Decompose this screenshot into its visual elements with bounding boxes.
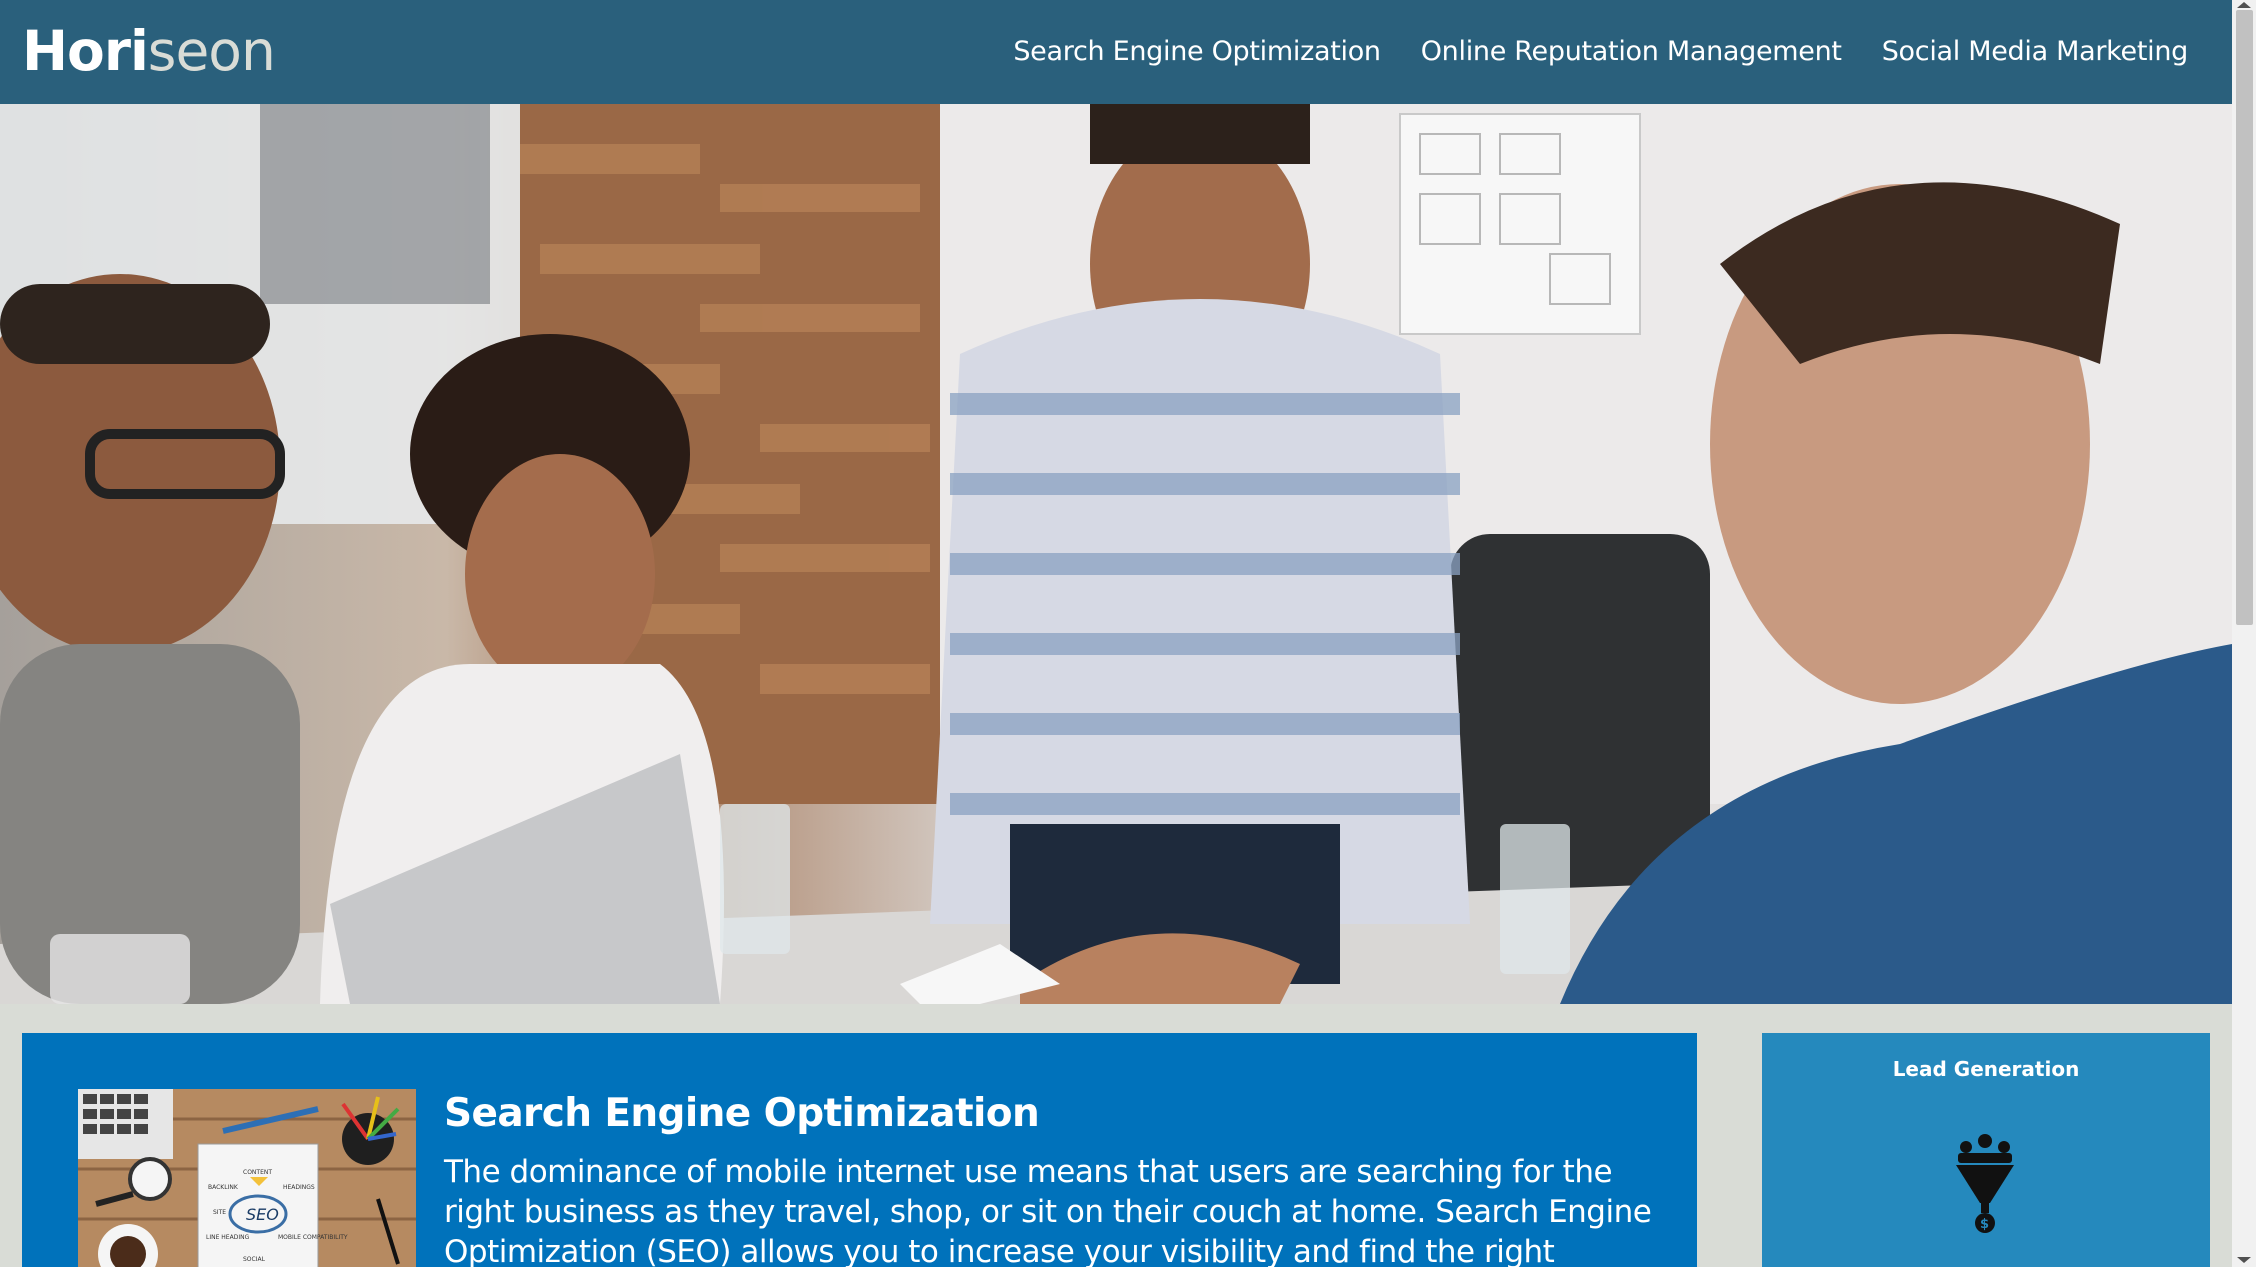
- hero-image: [0, 104, 2232, 1004]
- page-scrollbar[interactable]: [2232, 0, 2256, 1267]
- funnel-icon: $: [1956, 1134, 2014, 1233]
- logo-accent-text: seon: [147, 19, 276, 83]
- page: Horiseon Search Engine Optimization Onli…: [0, 0, 2232, 1267]
- benefit-lead-generation: Lead Generation $: [1762, 1033, 2210, 1267]
- seo-image: SEO CONTENT BACKLINK HEADINGS SITE LINE …: [78, 1089, 416, 1267]
- nav-link-reputation[interactable]: Online Reputation Management: [1421, 32, 1842, 72]
- seo-illustration: SEO CONTENT BACKLINK HEADINGS SITE LINE …: [78, 1089, 416, 1267]
- scroll-down-icon[interactable]: [2237, 1257, 2251, 1263]
- site-header: Horiseon Search Engine Optimization Onli…: [0, 0, 2232, 104]
- seo-image-top-label: CONTENT: [243, 1169, 272, 1176]
- hero-photo-illustration: [0, 104, 2232, 1004]
- seo-image-left-mid-label: SITE: [213, 1209, 226, 1216]
- nav-link-social-media[interactable]: Social Media Marketing: [1882, 32, 2189, 72]
- main-nav: Search Engine Optimization Online Reputa…: [1013, 32, 2188, 72]
- seo-image-center-label: SEO: [246, 1205, 279, 1224]
- scroll-thumb[interactable]: [2236, 10, 2253, 625]
- seo-image-left-bottom-label: LINE HEADING: [206, 1234, 250, 1241]
- seo-image-left-top-label: BACKLINK: [208, 1184, 239, 1191]
- seo-image-right-top-label: HEADINGS: [283, 1184, 315, 1191]
- nav-link-seo[interactable]: Search Engine Optimization: [1013, 32, 1381, 72]
- section-title: Search Engine Optimization: [444, 1091, 1040, 1136]
- site-logo[interactable]: Horiseon: [22, 16, 276, 86]
- funnel-dollar-symbol: $: [1980, 1217, 1989, 1232]
- lead-generation-icon: $: [1950, 1133, 2020, 1253]
- benefit-title: Lead Generation: [1892, 1057, 2080, 1081]
- seo-section: SEO CONTENT BACKLINK HEADINGS SITE LINE …: [22, 1033, 1697, 1267]
- seo-image-right-bottom-label: MOBILE COMPATIBILITY: [278, 1234, 348, 1241]
- section-text: The dominance of mobile internet use mea…: [444, 1154, 1652, 1267]
- scroll-up-icon[interactable]: [2237, 2, 2251, 8]
- logo-main-text: Hori: [22, 19, 149, 83]
- seo-image-bottom-label: SOCIAL: [243, 1256, 266, 1263]
